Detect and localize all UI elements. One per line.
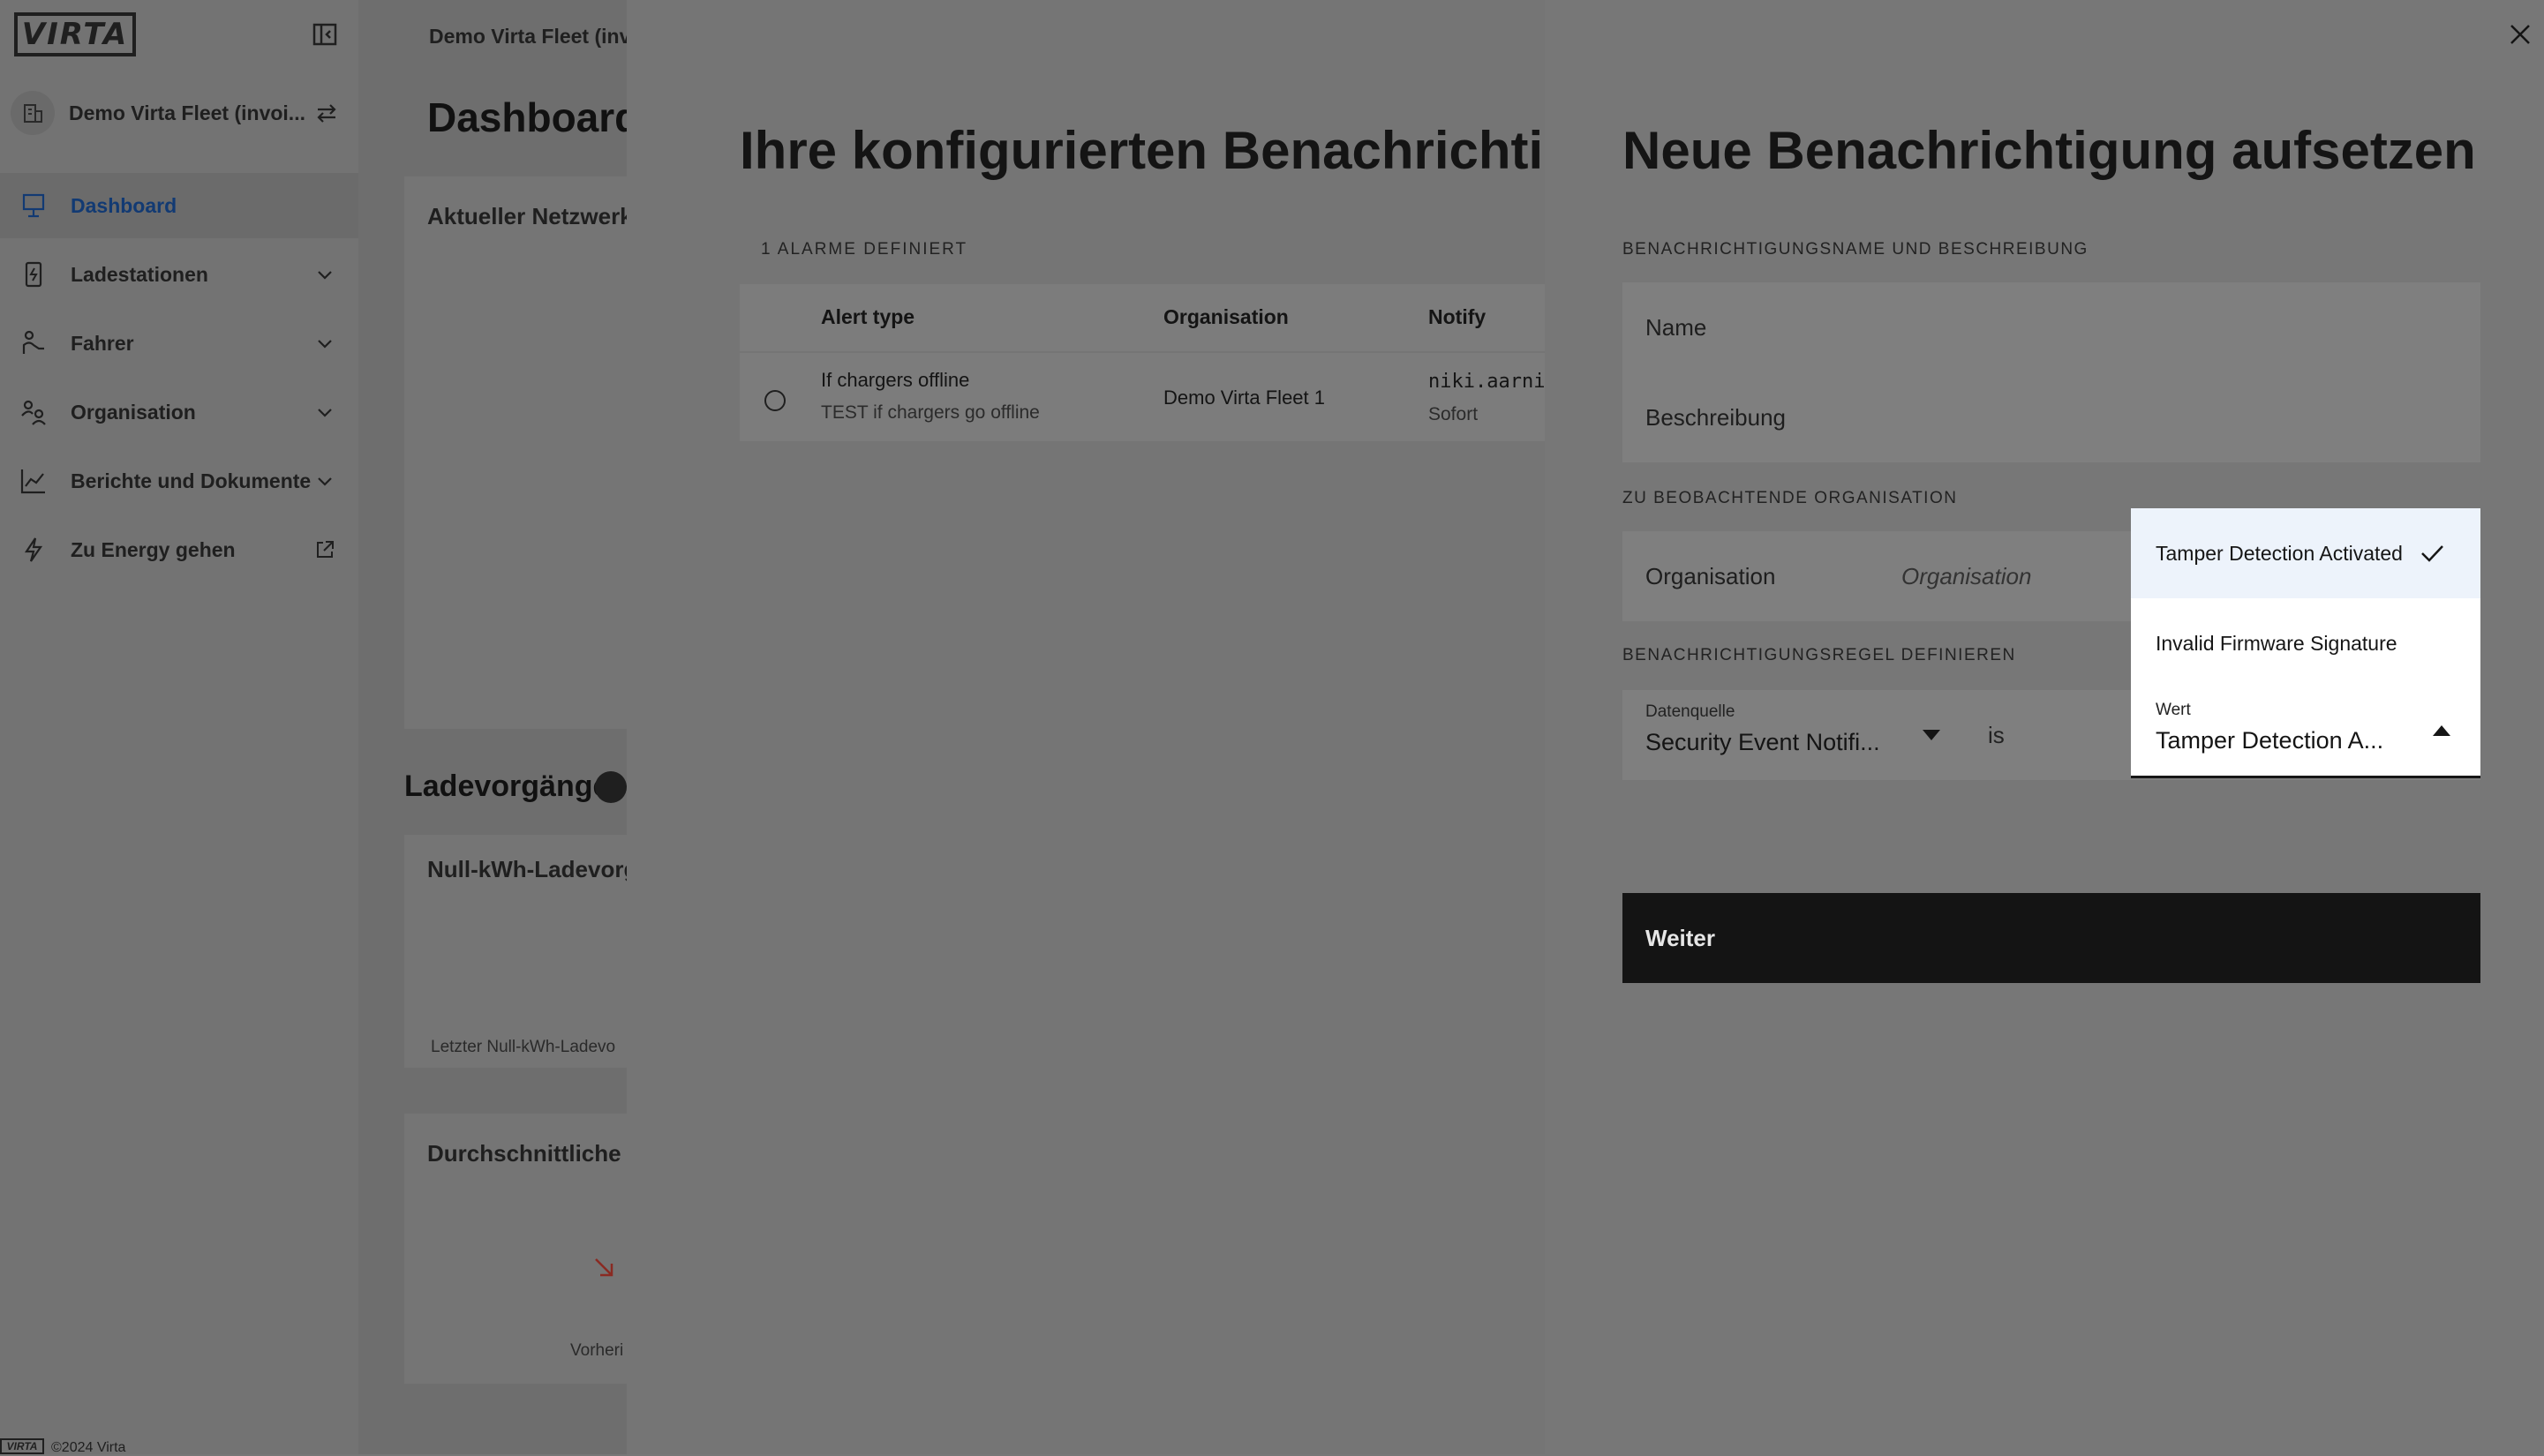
sidebar: VIRTA Demo Virta Fleet (invoi... Dashboa… — [0, 0, 358, 1455]
caret-up-icon — [2433, 725, 2450, 736]
description-field[interactable]: Beschreibung — [1622, 372, 2480, 462]
network-card: Aktueller Netzwerk — [404, 176, 627, 729]
sidebar-item-label: Dashboard — [71, 193, 177, 217]
table-header: Alert type Organisation Notify — [740, 284, 1545, 351]
sidebar-item-dashboard[interactable]: Dashboard — [0, 173, 358, 238]
sidebar-item-label: Fahrer — [71, 331, 134, 355]
footer-copyright: ©2024 Virta — [51, 1440, 126, 1455]
alert-organisation: Demo Virta Fleet 1 — [1163, 387, 1326, 409]
swap-icon[interactable] — [314, 101, 339, 125]
value-selected: Tamper Detection A... — [2156, 727, 2384, 754]
alert-type: If chargers offline — [821, 369, 970, 391]
name-placeholder: Name — [1645, 314, 1707, 341]
virta-logo[interactable]: VIRTA — [14, 12, 136, 56]
dropdown-option-tamper[interactable]: Tamper Detection Activated — [2131, 508, 2480, 598]
organisation-switcher[interactable]: Demo Virta Fleet (invoi... — [11, 88, 350, 138]
footer-logo: VIRTA — [0, 1438, 44, 1454]
section-label: BENACHRICHTIGUNGSREGEL DEFINIEREN — [1622, 646, 2016, 664]
sidebar-item-energy[interactable]: Zu Energy gehen — [0, 517, 358, 582]
sidebar-item-label: Berichte und Dokumente — [71, 469, 312, 492]
datasource-value: Security Event Notifi... — [1645, 729, 1880, 755]
configured-alerts-panel: Ihre konfigurierten Benachrichtigu 1 ALA… — [627, 0, 1545, 1454]
weiter-label: Weiter — [1645, 925, 1715, 951]
chevron-down-icon — [314, 470, 335, 492]
charger-icon — [19, 260, 48, 289]
option-label: Tamper Detection Activated — [2156, 542, 2403, 565]
card-subtext: Letzter Null-kWh-Ladevo — [431, 1038, 616, 1056]
row-radio[interactable] — [764, 390, 786, 411]
driver-icon — [19, 329, 48, 357]
fleet-title: Demo Virta Fleet (inv — [429, 25, 627, 48]
alert-description: TEST if chargers go offline — [821, 402, 1040, 423]
alarm-count-label: 1 ALARME DEFINIERT — [761, 240, 968, 259]
dashboard-background: Demo Virta Fleet (inv Dashboard Aktuelle… — [358, 0, 627, 1454]
arrow-down-right-icon — [591, 1255, 616, 1284]
column-header: Notify — [1428, 305, 1487, 328]
caret-down-icon — [1923, 730, 1940, 740]
alert-notify: niki.aarni — [1428, 371, 1545, 393]
sidebar-item-berichte[interactable]: Berichte und Dokumente — [0, 448, 358, 514]
dropdown-option-firmware[interactable]: Invalid Firmware Signature — [2131, 598, 2480, 688]
card-title: Durchschnittliche L — [427, 1140, 627, 1167]
dashboard-icon — [19, 191, 48, 220]
card-title: Null-kWh-Ladevorg — [427, 856, 627, 882]
sidebar-item-organisation[interactable]: Organisation — [0, 379, 358, 445]
value-dropdown: Tamper Detection Activated Invalid Firmw… — [2131, 508, 2480, 778]
column-header: Alert type — [821, 305, 915, 328]
organisation-placeholder: Organisation — [1901, 563, 2032, 589]
alerts-panel-title: Ihre konfigurierten Benachrichtigu — [740, 121, 1545, 180]
section-label: ZU BEOBACHTENDE ORGANISATION — [1622, 489, 1958, 507]
close-icon[interactable] — [2509, 23, 2532, 46]
null-kwh-card: Null-kWh-Ladevorg Letzter Null-kWh-Ladev… — [404, 835, 627, 1068]
external-link-icon — [314, 539, 335, 560]
card-title: Aktueller Netzwerk — [427, 203, 627, 229]
section-label: BENACHRICHTIGUNGSNAME UND BESCHREIBUNG — [1622, 240, 2089, 259]
value-label: Wert — [2156, 701, 2191, 719]
checkmark-icon — [2419, 540, 2445, 567]
sidebar-item-fahrer[interactable]: Fahrer — [0, 311, 358, 376]
chevron-down-icon — [314, 264, 335, 285]
sidebar-item-label: Ladestationen — [71, 262, 208, 286]
column-header: Organisation — [1163, 305, 1289, 328]
page-title: Dashboard — [427, 94, 627, 140]
average-card: Durchschnittliche L Vorheri — [404, 1114, 627, 1384]
card-subtext: Vorheri — [570, 1341, 624, 1360]
chevron-down-icon — [314, 402, 335, 423]
section-title: Ladevorgänge — [404, 769, 610, 803]
sidebar-item-label: Organisation — [71, 400, 196, 424]
sidebar-item-label: Zu Energy gehen — [71, 537, 236, 561]
bolt-icon — [19, 536, 48, 564]
operator-label: is — [1988, 722, 2005, 748]
description-placeholder: Beschreibung — [1645, 404, 1786, 431]
weiter-button[interactable]: Weiter — [1622, 893, 2480, 983]
chevron-down-icon — [314, 333, 335, 354]
alert-frequency: Sofort — [1428, 404, 1479, 424]
organisation-name: Demo Virta Fleet (invoi... — [69, 101, 305, 124]
chart-icon — [19, 467, 48, 495]
datasource-label: Datenquelle — [1645, 702, 1735, 721]
organisation-label: Organisation — [1645, 563, 1776, 589]
panel-title: Neue Benachrichtigung aufsetzen — [1622, 121, 2476, 180]
calendar-icon[interactable] — [595, 771, 627, 803]
datasource-select[interactable]: Datenquelle Security Event Notifi... — [1622, 690, 1976, 780]
collapse-sidebar-icon[interactable] — [312, 23, 337, 46]
organisation-icon — [19, 398, 48, 426]
table-row[interactable]: If chargers offline TEST if chargers go … — [740, 353, 1545, 441]
option-label: Invalid Firmware Signature — [2156, 632, 2397, 655]
sidebar-item-ladestationen[interactable]: Ladestationen — [0, 242, 358, 307]
name-field[interactable]: Name — [1622, 282, 2480, 372]
building-icon — [11, 91, 55, 135]
value-select[interactable]: Wert Tamper Detection A... — [2131, 688, 2480, 778]
